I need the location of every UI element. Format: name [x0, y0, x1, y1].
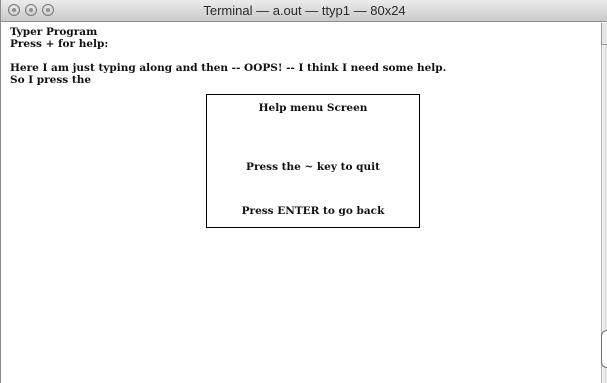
terminal-line: So I press the: [10, 74, 92, 86]
help-dialog-title: Help menu Screen: [258, 102, 368, 114]
terminal-window: Terminal — a.out — ttyp1 — 80x24 Typer P…: [0, 0, 607, 383]
scrollbar-thumb[interactable]: [601, 330, 607, 368]
scroll-up-arrow-icon[interactable]: [601, 23, 607, 45]
window-title: Terminal — a.out — ttyp1 — 80x24: [203, 3, 406, 18]
help-dialog-back-text: Press ENTER to go back: [241, 205, 385, 217]
terminal-line: Press + for help:: [10, 38, 109, 50]
title-bar[interactable]: Terminal — a.out — ttyp1 — 80x24: [1, 0, 607, 22]
vertical-scrollbar[interactable]: [601, 23, 607, 383]
help-dialog-quit-text: Press the ~ key to quit: [246, 161, 380, 173]
terminal-line: Typer Program: [10, 26, 98, 38]
terminal-line: Here I am just typing along and then -- …: [10, 62, 447, 74]
help-menu-dialog: Help menu Screen Press the ~ key to quit…: [206, 94, 420, 228]
